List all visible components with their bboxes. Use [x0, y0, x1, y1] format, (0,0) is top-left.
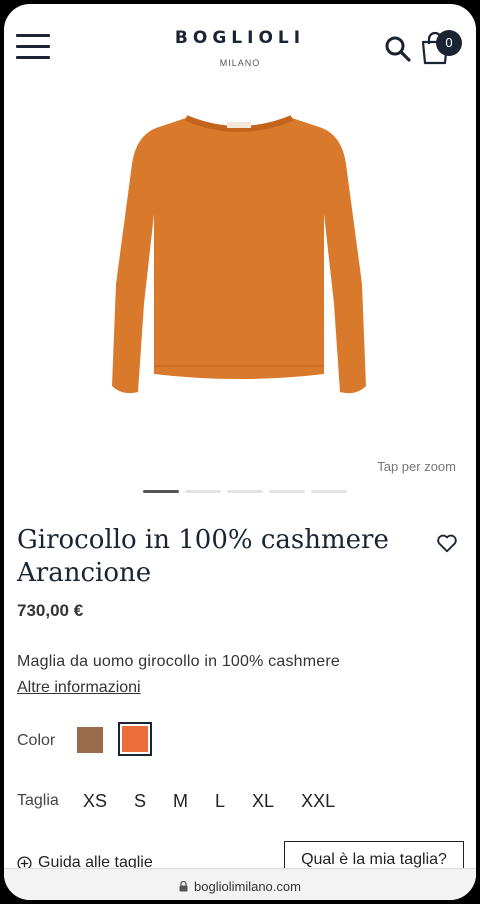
gallery-dot[interactable] [311, 490, 347, 493]
size-option-xl[interactable]: XL [252, 791, 274, 812]
zoom-hint: Tap per zoom [377, 459, 456, 474]
heart-icon[interactable] [436, 532, 458, 554]
site-header: BOGLIOLI MILANO 0 [4, 4, 476, 88]
product-price: 730,00 € [17, 601, 84, 620]
product-description: Maglia da uomo girocollo in 100% cashmer… [17, 653, 341, 670]
size-option-m[interactable]: M [173, 791, 188, 812]
cart-count-badge[interactable]: 0 [436, 30, 462, 56]
size-label: Taglia [17, 792, 59, 809]
color-swatch-brown[interactable] [77, 727, 103, 753]
phone-frame: BOGLIOLI MILANO 0 Tap per zoom Girocollo… [0, 0, 480, 904]
gallery-pagination [143, 490, 347, 493]
size-option-s[interactable]: S [134, 791, 146, 812]
product-image[interactable] [94, 104, 384, 414]
search-icon[interactable] [384, 35, 412, 63]
gallery-dot[interactable] [185, 490, 221, 493]
gallery-dot[interactable] [269, 490, 305, 493]
product-title: Girocollo in 100% cashmere Arancione [17, 525, 389, 588]
size-selector: XS S M L XL XXL [83, 791, 362, 812]
size-option-xxl[interactable]: XXL [301, 791, 335, 812]
more-info-link[interactable]: Altre informazioni [17, 679, 141, 697]
color-swatch-orange-selected[interactable] [118, 722, 152, 756]
color-label: Color [17, 732, 56, 749]
size-option-xs[interactable]: XS [83, 791, 107, 812]
gallery-dot[interactable] [227, 490, 263, 493]
gallery-dot[interactable] [143, 490, 179, 493]
lock-icon [179, 881, 188, 892]
sweater-shape [112, 118, 366, 394]
browser-url-bar[interactable]: bogliolimilano.com [4, 868, 476, 900]
size-option-l[interactable]: L [215, 791, 225, 812]
url-text: bogliolimilano.com [194, 879, 301, 894]
